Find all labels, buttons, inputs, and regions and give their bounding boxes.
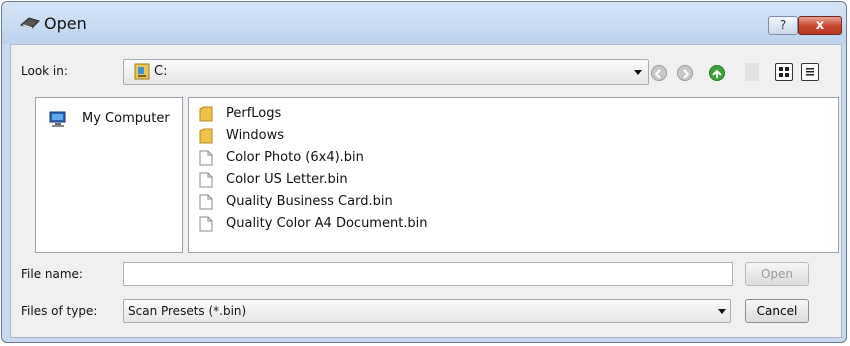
open-dialog: Open ? x Look in: C: My Computer PerfLog… <box>1 1 847 343</box>
look-in-dropdown[interactable]: C: <box>123 59 649 85</box>
files-of-type-dropdown[interactable]: Scan Presets (*.bin) <box>123 299 731 323</box>
places-panel: My Computer <box>35 97 183 253</box>
file-name-input[interactable] <box>123 262 733 286</box>
file-name-label: File name: <box>21 267 83 281</box>
close-button[interactable]: x <box>798 16 842 35</box>
file-name-text: Quality Business Card.bin <box>226 194 393 209</box>
file-name-text: Color Photo (6x4).bin <box>226 150 364 165</box>
document-icon <box>199 194 213 210</box>
back-icon[interactable] <box>651 65 667 81</box>
up-folder-icon[interactable] <box>709 65 725 81</box>
open-button[interactable]: Open <box>745 262 809 286</box>
look-in-value: C: <box>154 64 168 79</box>
title-bar[interactable]: Open ? x <box>2 2 846 44</box>
toolbar-separator <box>745 63 759 81</box>
file-name-text: Quality Color A4 Document.bin <box>226 216 428 231</box>
folder-icon <box>199 106 213 122</box>
document-icon <box>199 172 213 188</box>
chevron-down-icon <box>634 70 642 75</box>
files-of-type-label: Files of type: <box>21 304 98 318</box>
file-list[interactable]: PerfLogs Windows Color Photo (6x4).bin C… <box>188 97 839 253</box>
dialog-body: Look in: C: My Computer PerfLogs Windows… <box>10 44 842 338</box>
file-name-text: PerfLogs <box>226 106 282 121</box>
cancel-button[interactable]: Cancel <box>745 299 809 323</box>
document-icon <box>199 150 213 166</box>
my-computer-icon <box>49 111 66 127</box>
file-name-text: Windows <box>226 128 285 143</box>
document-icon <box>199 216 213 232</box>
chevron-down-icon <box>718 309 726 314</box>
file-name-text: Color US Letter.bin <box>226 172 348 187</box>
forward-icon[interactable] <box>677 65 693 81</box>
files-of-type-value: Scan Presets (*.bin) <box>128 304 247 318</box>
help-button[interactable]: ? <box>768 16 798 35</box>
list-view-icon[interactable] <box>801 63 819 81</box>
window-title: Open <box>44 14 87 33</box>
thumbnail-view-icon[interactable] <box>775 63 793 81</box>
folder-icon <box>199 128 213 144</box>
places-item-label: My Computer <box>82 111 170 126</box>
drive-icon <box>134 63 150 80</box>
look-in-label: Look in: <box>21 64 68 78</box>
scanner-icon <box>20 17 40 29</box>
